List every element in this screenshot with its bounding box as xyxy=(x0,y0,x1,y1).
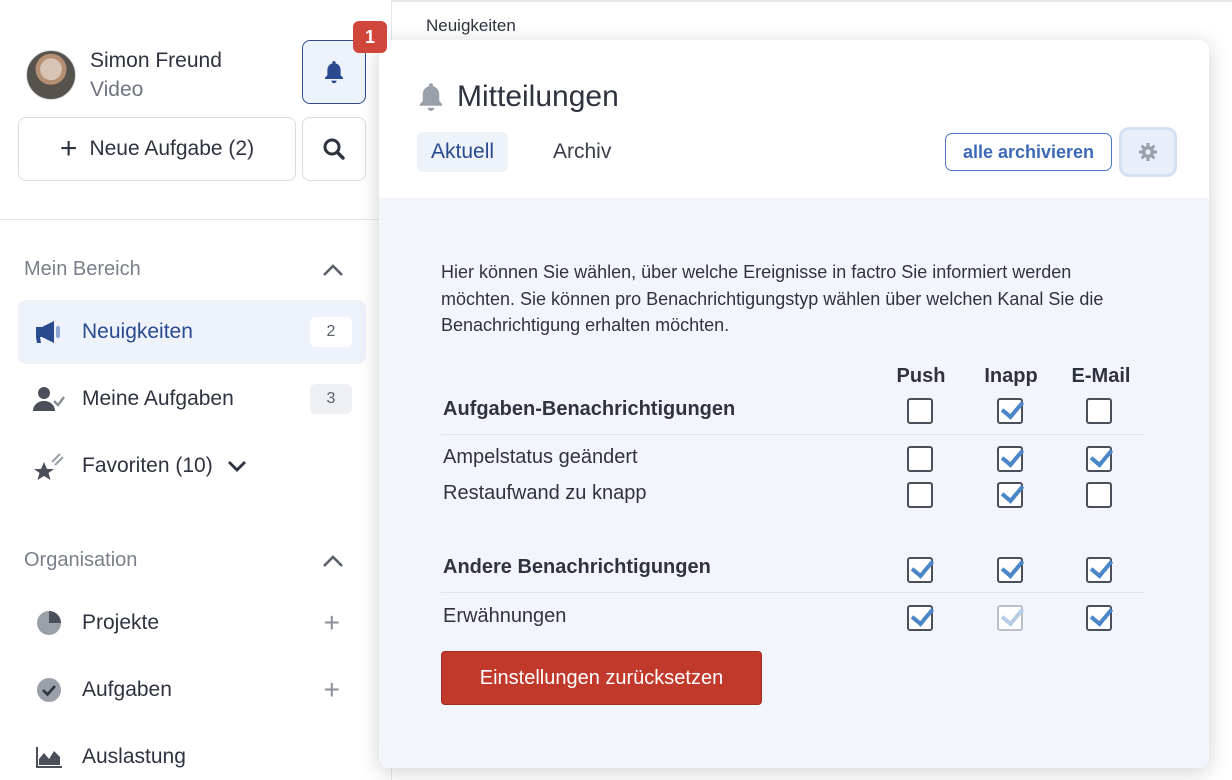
group-task-notifications: Aufgaben-Benachrichtigungen xyxy=(443,398,736,420)
row-separator xyxy=(441,592,1145,593)
sidebar-item-label: Meine Aufgaben xyxy=(82,387,234,410)
sidebar-item-workload[interactable]: Auslastung xyxy=(18,725,366,780)
sidebar-item-label: Projekte xyxy=(82,611,160,634)
reset-settings-button[interactable]: Einstellungen zurücksetzen xyxy=(441,651,762,705)
pie-chart-icon xyxy=(32,606,66,640)
sidebar-item-favorites[interactable]: Favoriten (10) xyxy=(18,434,366,498)
checkbox-effort-email[interactable] xyxy=(1086,482,1112,508)
megaphone-icon xyxy=(32,315,66,349)
search-icon xyxy=(323,138,345,160)
checkbox-mentions-push[interactable] xyxy=(907,605,933,631)
user-profile[interactable]: Simon Freund Video xyxy=(26,46,222,104)
user-name: Simon Freund xyxy=(90,49,222,72)
checkbox-task-push[interactable] xyxy=(907,398,933,424)
chevron-up-icon[interactable] xyxy=(322,263,344,277)
column-push: Push xyxy=(896,365,946,387)
column-inapp: Inapp xyxy=(984,365,1038,387)
count-badge: 2 xyxy=(310,317,352,347)
checkbox-traffic-email[interactable] xyxy=(1086,446,1112,472)
new-task-label: Neue Aufgabe (2) xyxy=(89,137,255,160)
checkbox-task-inapp[interactable] xyxy=(997,398,1023,424)
add-task-icon[interactable]: + xyxy=(324,674,340,706)
new-task-button[interactable]: + Neue Aufgabe (2) xyxy=(18,117,296,181)
checkbox-traffic-push[interactable] xyxy=(907,446,933,472)
avatar[interactable] xyxy=(26,50,76,100)
area-chart-icon xyxy=(32,740,66,774)
sidebar-item-label: Neuigkeiten xyxy=(82,320,193,343)
popup-header: Mitteilungen Aktuell Archiv alle archivi… xyxy=(379,40,1209,198)
chevron-down-icon[interactable] xyxy=(227,459,247,473)
checkbox-traffic-inapp[interactable] xyxy=(997,446,1023,472)
plus-icon: + xyxy=(59,132,78,165)
tab-archive[interactable]: Archiv xyxy=(539,132,625,172)
checkbox-task-email[interactable] xyxy=(1086,398,1112,424)
sidebar-item-my-tasks[interactable]: Meine Aufgaben 3 xyxy=(18,367,366,431)
bell-icon xyxy=(325,61,343,84)
tab-current[interactable]: Aktuell xyxy=(417,132,509,172)
page-title: Neuigkeiten xyxy=(426,16,516,35)
settings-button[interactable] xyxy=(1122,130,1174,174)
user-subtitle: Video xyxy=(90,78,144,101)
checkbox-effort-push[interactable] xyxy=(907,482,933,508)
section-my-area-title: Mein Bereich xyxy=(24,258,141,280)
count-badge: 3 xyxy=(310,384,352,414)
row-label-remaining-effort: Restaufwand zu knapp xyxy=(443,482,647,504)
chevron-up-icon[interactable] xyxy=(322,554,344,568)
row-separator xyxy=(441,434,1145,435)
checkbox-other-inapp[interactable] xyxy=(997,557,1023,583)
notifications-popup: Mitteilungen Aktuell Archiv alle archivi… xyxy=(379,40,1209,768)
bell-icon xyxy=(419,83,443,111)
sidebar-divider xyxy=(0,219,392,220)
checkbox-mentions-inapp xyxy=(997,605,1023,631)
checkbox-other-push[interactable] xyxy=(907,557,933,583)
row-label-traffic-light: Ampelstatus geändert xyxy=(443,446,638,468)
sidebar-item-tasks[interactable]: Aufgaben + xyxy=(18,658,366,722)
sidebar-item-news[interactable]: Neuigkeiten 2 xyxy=(18,300,366,364)
settings-description: Hier können Sie wählen, über welche Erei… xyxy=(441,262,1104,335)
sidebar-item-projects[interactable]: Projekte + xyxy=(18,591,366,655)
row-label-mentions: Erwähnungen xyxy=(443,605,567,627)
group-other-notifications: Andere Benachrichtigungen xyxy=(443,556,711,578)
checkbox-mentions-email[interactable] xyxy=(1086,605,1112,631)
gear-icon xyxy=(1139,143,1157,161)
section-my-area[interactable]: Mein Bereich xyxy=(24,258,344,281)
column-email: E-Mail xyxy=(1071,365,1131,387)
user-check-icon xyxy=(32,382,66,416)
checkbox-other-email[interactable] xyxy=(1086,557,1112,583)
search-button[interactable] xyxy=(302,117,366,181)
popup-title: Mitteilungen xyxy=(417,80,619,114)
archive-all-button[interactable]: alle archivieren xyxy=(945,133,1112,171)
notification-badge: 1 xyxy=(353,21,387,53)
checkbox-effort-inapp[interactable] xyxy=(997,482,1023,508)
section-organisation-title: Organisation xyxy=(24,549,138,571)
section-organisation[interactable]: Organisation xyxy=(24,549,344,572)
sidebar-item-label: Aufgaben xyxy=(82,678,172,701)
check-circle-icon xyxy=(32,673,66,707)
sidebar-item-label: Favoriten (10) xyxy=(82,454,213,477)
sidebar: Simon Freund Video + Neue Aufgabe (2) Me… xyxy=(0,0,392,780)
sidebar-item-label: Auslastung xyxy=(82,745,186,768)
add-project-icon[interactable]: + xyxy=(324,607,340,639)
star-icon xyxy=(32,449,66,483)
popup-title-text: Mitteilungen xyxy=(457,80,619,113)
